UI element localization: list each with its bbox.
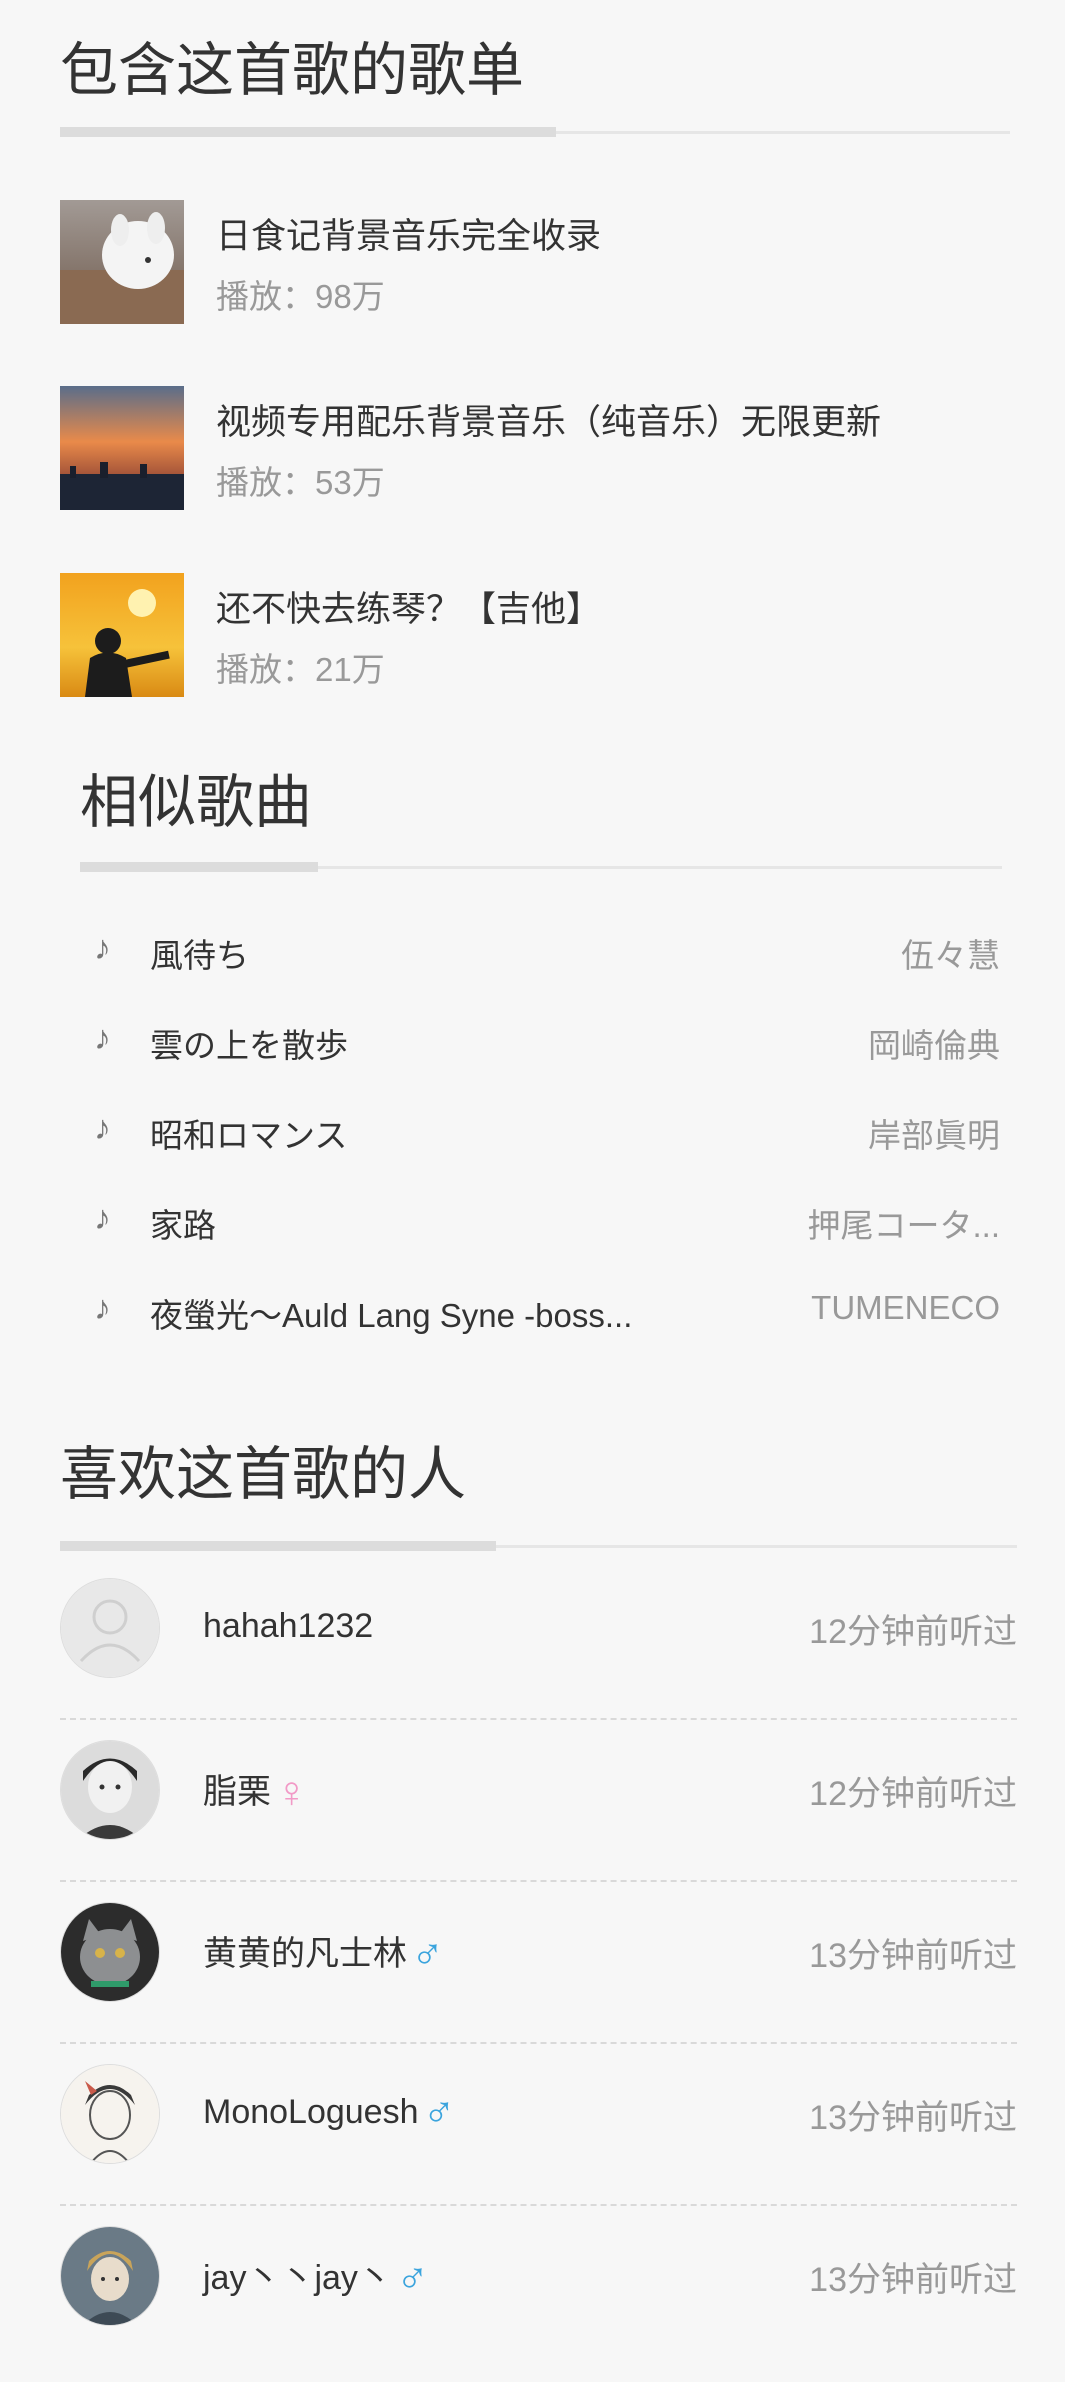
avatar[interactable] (60, 1902, 160, 2002)
page: 包含这首歌的歌单 日食记背景音乐完全收录 播放：98万 视频专用配乐背景音乐（纯… (0, 0, 1065, 2382)
playlist-cover-image[interactable] (60, 386, 184, 510)
music-note-icon: ♪ (94, 1199, 111, 1237)
user-name-text[interactable]: 黄黄的凡士林 (203, 1935, 407, 1973)
song-artist[interactable]: TUMENECO (811, 1289, 1000, 1327)
song-artist[interactable]: 岡崎倫典 (868, 1019, 1000, 1067)
music-note-icon: ♪ (94, 1019, 111, 1057)
default-avatar-icon (61, 1579, 159, 1677)
playlist-name[interactable]: 日食记背景音乐完全收录 (216, 208, 601, 259)
playlist-cover-image[interactable] (60, 200, 184, 324)
male-icon: ♂ (422, 2088, 456, 2137)
music-note-icon: ♪ (94, 929, 111, 967)
user-name[interactable]: hahah1232 (203, 1602, 377, 1652)
playlist-play-count: 播放：53万 (216, 464, 385, 501)
listened-time: 13分钟前听过 (809, 2099, 1017, 2137)
avatar[interactable] (60, 2064, 160, 2164)
similar-song-item[interactable]: ♪ 昭和ロマンス 岸部眞明 (80, 1099, 1000, 1159)
liker-item[interactable]: MonoLoguesh♂ 13分钟前听过 (60, 2044, 1017, 2206)
similar-songs-section-title: 相似歌曲 (80, 770, 313, 835)
user-name[interactable]: 脂栗♀ (203, 1764, 308, 1818)
likers-section-divider (60, 1541, 1017, 1551)
playlist-item[interactable]: 还不快去练琴？【吉他】 播放：21万 (60, 573, 1020, 697)
user-name-text[interactable]: 脂栗 (203, 1773, 271, 1811)
similar-song-item[interactable]: ♪ 雲の上を散歩 岡崎倫典 (80, 1009, 1000, 1069)
similar-song-item[interactable]: ♪ 夜螢光～Auld Lang Syne -boss... TUMENECO (80, 1279, 1000, 1339)
playlist-item[interactable]: 日食记背景音乐完全收录 播放：98万 (60, 200, 1020, 324)
music-note-icon: ♪ (94, 1109, 111, 1147)
male-icon: ♂ (411, 1930, 444, 1979)
playlist-play-count: 播放：21万 (216, 651, 385, 688)
avatar[interactable] (60, 1578, 160, 1678)
similar-songs-section-divider (80, 862, 1002, 872)
user-name[interactable]: MonoLoguesh♂ (203, 2088, 456, 2138)
playlist-item[interactable]: 视频专用配乐背景音乐（纯音乐）无限更新 播放：53万 (60, 386, 1020, 510)
playlist-name[interactable]: 还不快去练琴？【吉他】 (216, 581, 601, 632)
song-artist[interactable]: 伍々慧 (901, 929, 1000, 977)
song-title[interactable]: 雲の上を散歩 (150, 1019, 348, 1067)
liker-item[interactable]: hahah1232 12分钟前听过 (60, 1558, 1017, 1720)
listened-time: 12分钟前听过 (809, 1775, 1017, 1813)
playlist-name[interactable]: 视频专用配乐背景音乐（纯音乐）无限更新 (216, 394, 881, 445)
song-title[interactable]: 風待ち (150, 929, 249, 977)
song-title[interactable]: 昭和ロマンス (150, 1109, 347, 1157)
male-icon: ♂ (395, 2254, 429, 2303)
avatar[interactable] (60, 1740, 160, 1840)
female-icon: ♀ (275, 1768, 308, 1817)
user-name-text[interactable]: MonoLoguesh (203, 2093, 419, 2131)
listened-time: 12分钟前听过 (809, 1613, 1017, 1651)
avatar[interactable] (60, 2226, 160, 2326)
user-name[interactable]: jay丶丶jay丶♂ (203, 2250, 429, 2304)
user-name[interactable]: 黄黄的凡士林♂ (203, 1926, 444, 1980)
playlist-cover-image[interactable] (60, 573, 184, 697)
similar-song-item[interactable]: ♪ 風待ち 伍々慧 (80, 919, 1000, 979)
song-artist[interactable]: 押尾コータ... (807, 1199, 1000, 1247)
liker-item[interactable]: jay丶丶jay丶♂ 13分钟前听过 (60, 2206, 1017, 2366)
song-artist[interactable]: 岸部眞明 (868, 1109, 1000, 1157)
song-title[interactable]: 夜螢光～Auld Lang Syne -boss... (150, 1289, 632, 1337)
music-note-icon: ♪ (94, 1289, 111, 1327)
user-name-text[interactable]: hahah1232 (203, 1607, 373, 1645)
playlists-section-title: 包含这首歌的歌单 (60, 38, 525, 103)
user-name-text[interactable]: jay丶丶jay丶 (203, 2259, 392, 2297)
liker-item[interactable]: 黄黄的凡士林♂ 13分钟前听过 (60, 1882, 1017, 2044)
playlist-play-count: 播放：98万 (216, 278, 385, 315)
likers-section-title: 喜欢这首歌的人 (60, 1442, 467, 1507)
listened-time: 13分钟前听过 (809, 1937, 1017, 1975)
playlists-section-divider (60, 127, 1010, 137)
listened-time: 13分钟前听过 (809, 2261, 1017, 2299)
liker-item[interactable]: 脂栗♀ 12分钟前听过 (60, 1720, 1017, 1882)
song-title[interactable]: 家路 (150, 1199, 216, 1247)
similar-song-item[interactable]: ♪ 家路 押尾コータ... (80, 1189, 1000, 1249)
